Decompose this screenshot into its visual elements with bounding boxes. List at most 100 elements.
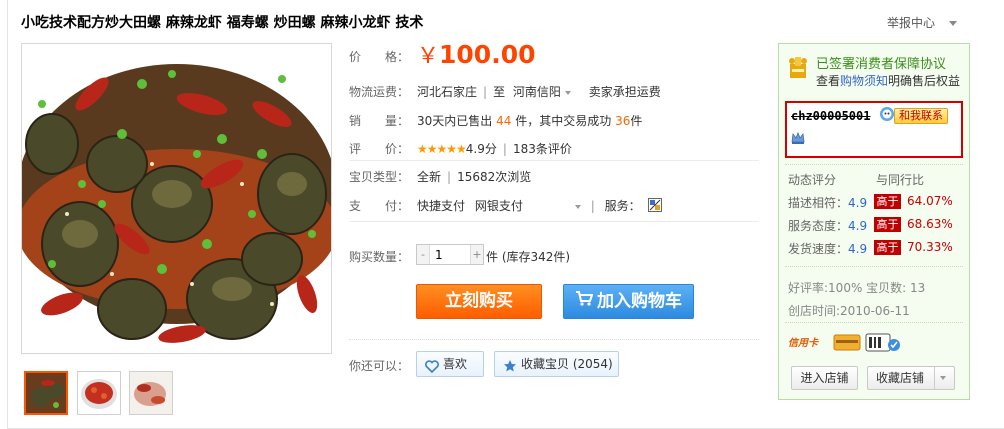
- star-icon: [503, 357, 517, 381]
- like-label: 喜欢: [443, 357, 468, 371]
- shop-created-date: 创店时间:2010-06-11: [788, 304, 910, 318]
- shipping-to: 至: [493, 85, 506, 99]
- stock-info: 件 (库存342件): [486, 250, 571, 264]
- add-to-cart-label: 加入购物车: [597, 291, 682, 312]
- food-image: [22, 44, 331, 353]
- divider: [349, 160, 759, 161]
- shipping-note: 卖家承担运费: [588, 85, 661, 99]
- shopping-notice-link[interactable]: 购物须知: [840, 74, 888, 88]
- main-product-image[interactable]: [21, 43, 332, 354]
- score-percent: 64.07%: [907, 194, 953, 208]
- currency-symbol: ￥: [417, 44, 440, 69]
- score-row: 发货速度：4.9: [788, 240, 867, 257]
- score-label: 描述相符：: [788, 196, 849, 210]
- contact-seller-button[interactable]: 和我联系: [894, 108, 948, 124]
- quantity-decrease-button[interactable]: -: [417, 245, 430, 264]
- guarantee-post: 明确售后权益: [888, 74, 961, 88]
- quantity-input[interactable]: [431, 245, 470, 264]
- divider: [349, 221, 759, 222]
- chevron-down-icon: [574, 204, 581, 209]
- score-row: 服务态度：4.9: [788, 217, 867, 234]
- payment-method-bank[interactable]: 网银支付: [475, 199, 581, 213]
- extras-label: 你还可以：: [349, 359, 410, 373]
- divider: [785, 322, 963, 323]
- sales-mid: 件，其中交易成功: [515, 114, 612, 128]
- score-value: 4.9: [848, 196, 868, 210]
- price-label: 价 格：: [349, 50, 410, 64]
- shipping-label: 物流运费：: [349, 85, 410, 99]
- score-tag: 高于: [874, 194, 901, 209]
- guarantee-icon: [787, 55, 809, 82]
- like-button[interactable]: 喜欢: [416, 351, 484, 377]
- enter-shop-button[interactable]: 进入店铺: [791, 366, 858, 390]
- thumbnail-2[interactable]: [77, 371, 121, 415]
- guarantee-subtitle: 查看购物须知明确售后权益: [816, 72, 960, 89]
- wangwang-icon[interactable]: [879, 106, 895, 125]
- compare-label: 与同行比: [876, 173, 925, 187]
- seller-info-box: chz00005001 和我联系: [785, 101, 963, 158]
- add-to-cart-button[interactable]: 加入购物车: [563, 284, 694, 319]
- svg-text:信用卡: 信用卡: [788, 337, 819, 349]
- thumbnail-image: [130, 372, 172, 414]
- rating-score: 4.9分: [465, 142, 497, 156]
- chevron-down-icon: [940, 376, 946, 380]
- item-type-label: 宝贝类型：: [349, 170, 410, 184]
- cart-icon: [575, 285, 594, 318]
- shipping-destination[interactable]: 河南信阳: [513, 85, 571, 99]
- score-value: 4.9: [848, 219, 868, 233]
- dynamic-score-label: 动态评分: [788, 173, 837, 187]
- payment-method-quick: 快捷支付: [417, 199, 466, 213]
- thumbnail-image: [26, 373, 66, 413]
- destination-text: 河南信阳: [512, 85, 561, 99]
- collect-item-label: 收藏宝贝 (2054): [521, 357, 613, 371]
- view-count: 15682次浏览: [457, 170, 532, 184]
- score-tag: 高于: [874, 217, 901, 232]
- seller-name[interactable]: chz00005001: [791, 109, 870, 123]
- thumbnail-1[interactable]: [24, 371, 68, 415]
- sales-sold-count: 44: [496, 114, 512, 128]
- quantity-increase-button[interactable]: +: [470, 245, 483, 264]
- credit-card-icons: 信用卡: [788, 331, 908, 356]
- thumbnail-3[interactable]: [129, 371, 173, 415]
- collect-shop-button[interactable]: 收藏店铺: [867, 366, 955, 390]
- divider: [349, 339, 759, 340]
- item-condition: 全新: [417, 170, 442, 184]
- collect-shop-dropdown[interactable]: [934, 367, 954, 389]
- sales-prefix: 30天内已售出: [417, 114, 493, 128]
- rating-label: 评 价：: [349, 142, 410, 156]
- heart-icon: [425, 357, 439, 381]
- price-value: ￥100.00: [417, 38, 536, 70]
- bank-pay-text: 网银支付: [474, 199, 523, 213]
- score-tag: 高于: [874, 240, 901, 255]
- chevron-down-icon: [564, 90, 571, 95]
- rating-info: ★★★★★4.9分 | 183条评价: [417, 142, 572, 156]
- guarantee-title: 已签署消费者保障协议: [816, 57, 947, 72]
- sales-suffix: 件: [630, 114, 643, 128]
- product-title: 小吃技术配方炒大田螺 麻辣龙虾 福寿螺 炒田螺 麻辣小龙虾 技术: [21, 15, 424, 31]
- shipping-origin: 河北石家庄: [417, 85, 478, 99]
- crown-icon: [791, 131, 805, 148]
- collect-item-button[interactable]: 收藏宝贝 (2054): [494, 351, 619, 377]
- seller-panel: 已签署消费者保障协议 查看购物须知明确售后权益 chz00005001 和我联系…: [778, 43, 970, 400]
- score-label: 发货速度：: [788, 242, 849, 256]
- divider: [785, 266, 963, 267]
- score-percent: 68.63%: [907, 217, 953, 231]
- service-badge-icon[interactable]: [648, 198, 663, 215]
- shipping-info: 河北石家庄 | 至 河南信阳 卖家承担运费: [417, 85, 661, 99]
- report-center-link[interactable]: 举报中心: [887, 14, 958, 31]
- payment-label: 支 付：: [349, 199, 410, 213]
- praise-rate: 好评率:100% 宝贝数: 13: [788, 281, 926, 295]
- divider: [785, 164, 963, 165]
- quantity-stepper: - +: [416, 244, 484, 265]
- service-label: 服务：: [604, 199, 641, 213]
- buy-now-button[interactable]: 立刻购买: [416, 284, 542, 319]
- score-label: 服务态度：: [788, 219, 849, 233]
- report-label: 举报中心: [887, 16, 936, 30]
- price-amount: 100.00: [439, 40, 536, 69]
- review-count-link[interactable]: 183条评价: [513, 142, 572, 156]
- score-value: 4.9: [848, 242, 868, 256]
- collect-shop-label: 收藏店铺: [876, 371, 925, 385]
- score-row: 描述相符：4.9: [788, 194, 867, 211]
- quantity-label: 购买数量：: [349, 250, 410, 264]
- sales-info: 30天内已售出 44 件，其中交易成功 36件: [417, 112, 642, 129]
